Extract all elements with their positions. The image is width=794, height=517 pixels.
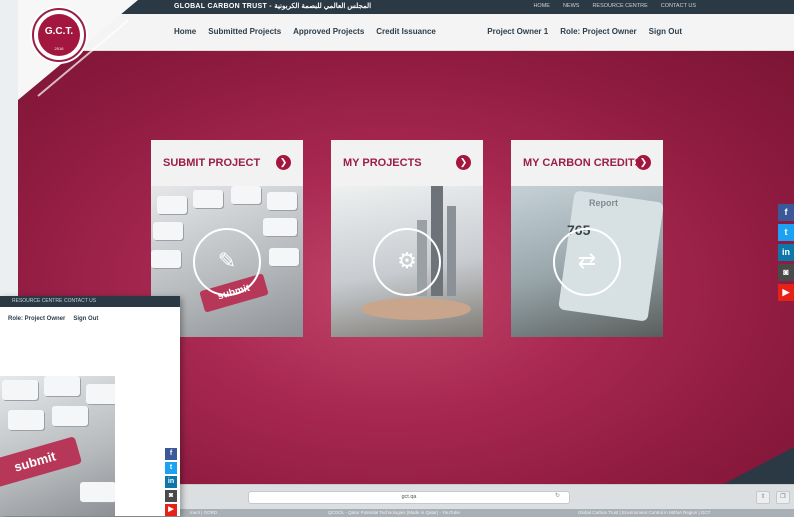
nav-sign-out[interactable]: Sign Out (649, 27, 682, 36)
overlay-top-bar: RESOURCE CENTRE CONTACT US (0, 296, 180, 307)
nav-credit-issuance[interactable]: Credit Issuance (376, 27, 436, 36)
instagram-icon[interactable]: ◙ (778, 264, 794, 281)
card-header[interactable]: SUBMIT PROJECT ❯ (151, 140, 303, 186)
address-bar[interactable]: gct.qa (248, 491, 570, 504)
logo-year: 2016 (54, 46, 64, 51)
overlay-sign-out[interactable]: Sign Out (73, 316, 98, 322)
card-title: MY PROJECTS (343, 157, 422, 169)
corner-decoration-dark (724, 447, 794, 484)
overlay-social-bar: f t in ◙ ▶ (165, 448, 177, 516)
card-header[interactable]: MY PROJECTS ❯ (331, 140, 483, 186)
card-header[interactable]: MY CARBON CREDITS ❯ (511, 140, 663, 186)
tab-youtube[interactable]: QCOOL - Qatar Potential Technologies (Ma… (328, 510, 460, 515)
youtube-icon[interactable]: ▶ (165, 504, 177, 516)
chevron-right-icon[interactable]: ❯ (636, 155, 651, 170)
report-label: Report (589, 198, 618, 208)
carbon-exchange-icon: ⇄ (553, 228, 621, 296)
overlay-nav: Role: Project Owner Sign Out (8, 316, 98, 322)
nav-role: Role: Project Owner (560, 27, 637, 36)
linkedin-icon[interactable]: in (778, 244, 794, 261)
overlay-link-resource-centre[interactable]: RESOURCE CENTRE (12, 298, 62, 304)
top-link-contact-us[interactable]: CONTACT US (661, 3, 696, 9)
chevron-right-icon[interactable]: ❯ (456, 155, 471, 170)
reload-icon[interactable]: ↻ (555, 492, 560, 499)
nav-right: Project Owner 1 Role: Project Owner Sign… (487, 27, 682, 36)
gct-logo[interactable]: G.C.T. 2016 (32, 8, 86, 62)
card-my-carbon-credits[interactable]: MY CARBON CREDITS ❯ Report 765 ⇄ (511, 140, 663, 337)
share-icon[interactable]: ⇧ (756, 491, 770, 504)
top-links: HOME NEWS RESOURCE CENTRE CONTACT US (533, 3, 696, 9)
tab-gord[interactable]: ment | GORD (190, 510, 217, 515)
tab-gct[interactable]: Global Carbon Trust | Environment Contro… (578, 510, 710, 515)
buildings-in-hand-image: ⚙ (331, 186, 483, 337)
document-edit-icon: ✎ (193, 228, 261, 296)
top-link-news[interactable]: NEWS (563, 3, 580, 9)
card-title: SUBMIT PROJECT (163, 157, 261, 169)
chevron-right-icon[interactable]: ❯ (276, 155, 291, 170)
overlay-role: Role: Project Owner (8, 316, 66, 322)
facebook-icon[interactable]: f (165, 448, 177, 460)
youtube-icon[interactable]: ▶ (778, 284, 794, 301)
linkedin-icon[interactable]: in (165, 476, 177, 488)
logo-text: G.C.T. (44, 26, 74, 37)
nav-approved-projects[interactable]: Approved Projects (293, 27, 364, 36)
social-bar: f t in ◙ ▶ (778, 204, 794, 304)
top-link-home[interactable]: HOME (533, 3, 550, 9)
top-link-resource-centre[interactable]: RESOURCE CENTRE (592, 3, 647, 9)
overlay-keyboard-image: submit (0, 376, 115, 516)
tablet-report-image: Report 765 ⇄ (511, 186, 663, 337)
nav-user-name[interactable]: Project Owner 1 (487, 27, 548, 36)
zoomed-screenshot-overlay: RESOURCE CENTRE CONTACT US Role: Project… (0, 296, 180, 516)
card-title: MY CARBON CREDITS (523, 157, 642, 169)
card-my-projects[interactable]: MY PROJECTS ❯ ⚙ (331, 140, 483, 337)
nav-submitted-projects[interactable]: Submitted Projects (208, 27, 281, 36)
nav-home[interactable]: Home (174, 27, 196, 36)
nav-left: Home Submitted Projects Approved Project… (174, 27, 436, 36)
twitter-icon[interactable]: t (165, 462, 177, 474)
instagram-icon[interactable]: ◙ (165, 490, 177, 502)
twitter-icon[interactable]: t (778, 224, 794, 241)
org-name: GLOBAL CARBON TRUST - المجلس العالمي للب… (174, 3, 372, 10)
overlay-link-contact-us[interactable]: CONTACT US (64, 298, 96, 304)
facebook-icon[interactable]: f (778, 204, 794, 221)
person-gear-icon: ⚙ (373, 228, 441, 296)
tabs-icon[interactable]: ❐ (776, 491, 790, 504)
overlay-submit-key: submit (0, 436, 83, 488)
